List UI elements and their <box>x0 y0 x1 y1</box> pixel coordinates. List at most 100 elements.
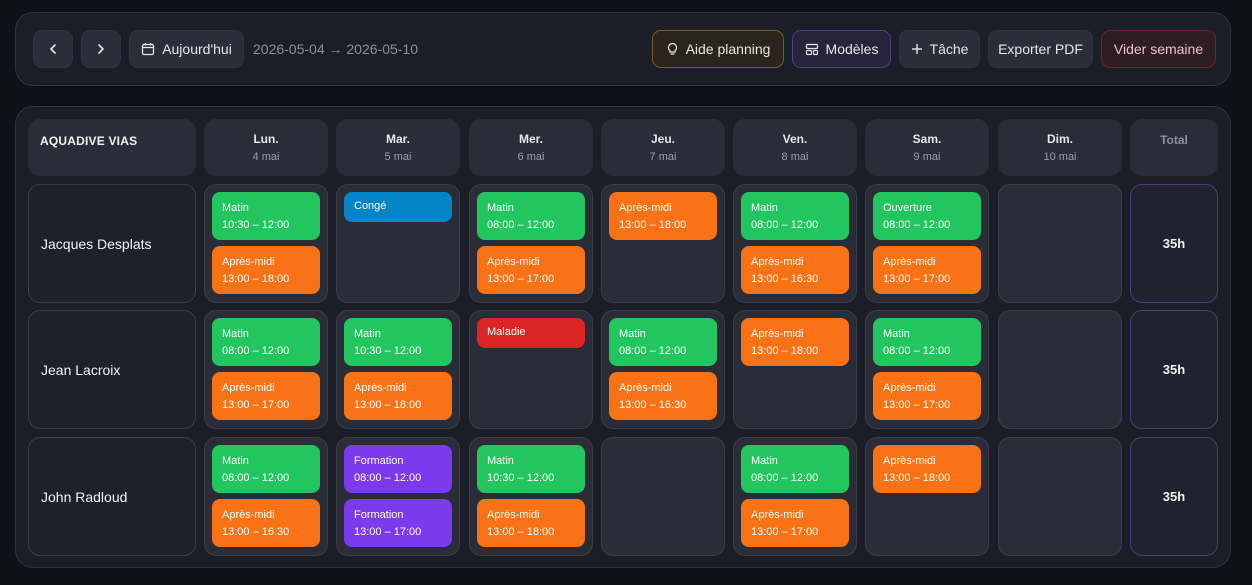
aide-planning-button[interactable]: Aide planning <box>652 30 784 68</box>
today-button[interactable]: Aujourd'hui <box>129 30 244 68</box>
shift-block[interactable]: Après-midi 13:00 – 16:30 <box>212 499 320 547</box>
day-header: Mer. 6 mai <box>469 119 593 176</box>
modeles-label: Modèles <box>825 41 879 57</box>
shift-time: 13:00 – 17:00 <box>487 273 555 285</box>
add-task-button[interactable]: Tâche <box>899 30 980 68</box>
shift-block[interactable]: Après-midi 13:00 – 18:00 <box>741 318 849 366</box>
total-header: Total <box>1130 119 1218 176</box>
day-name: Ven. <box>782 132 808 146</box>
shift-block[interactable]: Après-midi 13:00 – 18:00 <box>609 192 717 240</box>
shift-block[interactable]: Matin 08:00 – 12:00 <box>609 318 717 366</box>
date-range: 2026-05-04 → 2026-05-10 <box>253 41 419 57</box>
shift-time: 13:00 – 18:00 <box>883 472 951 484</box>
shift-label: Matin <box>222 328 249 340</box>
shift-time: 13:00 – 18:00 <box>354 399 422 411</box>
chevron-left-icon <box>50 44 56 54</box>
shift-label: Après-midi <box>222 382 275 394</box>
shift-label: Après-midi <box>883 455 936 467</box>
next-week-button[interactable] <box>81 30 121 68</box>
shift-block[interactable]: Après-midi 13:00 – 17:00 <box>873 372 981 420</box>
shift-time: 08:00 – 12:00 <box>354 472 422 484</box>
day-cell[interactable] <box>998 184 1122 303</box>
add-task-label: Tâche <box>929 41 969 57</box>
shift-block[interactable]: Après-midi 13:00 – 18:00 <box>212 246 320 294</box>
company-name: AQUADIVE VIAS <box>28 119 196 176</box>
shift-block[interactable]: Matin 08:00 – 12:00 <box>741 445 849 493</box>
prev-week-button[interactable] <box>33 30 73 68</box>
employee-name: John Radloud <box>28 437 196 556</box>
day-name: Mar. <box>385 132 410 146</box>
chevron-right-icon <box>98 44 104 54</box>
shift-block[interactable]: Matin 08:00 – 12:00 <box>212 318 320 366</box>
day-date: 5 mai <box>384 151 412 163</box>
day-date: 4 mai <box>252 151 280 163</box>
day-name: Dim. <box>1046 132 1073 146</box>
shift-time: 13:00 – 17:00 <box>883 273 951 285</box>
shift-label: Après-midi <box>751 256 804 268</box>
employee-total: 35h <box>1130 437 1218 556</box>
shift-block[interactable]: Matin 08:00 – 12:00 <box>477 192 585 240</box>
shift-label: Matin <box>751 202 778 214</box>
shift-time: 08:00 – 12:00 <box>222 472 290 484</box>
lightbulb-icon <box>667 42 677 55</box>
shift-label: Matin <box>222 455 249 467</box>
shift-time: 13:00 – 17:00 <box>354 526 422 538</box>
shift-label: Matin <box>487 455 514 467</box>
shift-label: Matin <box>883 328 910 340</box>
shift-block[interactable]: Maladie <box>477 318 585 348</box>
export-pdf-button[interactable]: Exporter PDF <box>988 30 1093 68</box>
shift-block[interactable]: Après-midi 13:00 – 16:30 <box>741 246 849 294</box>
shift-time: 08:00 – 12:00 <box>751 472 819 484</box>
day-cell[interactable] <box>998 437 1122 556</box>
shift-label: Matin <box>222 202 249 214</box>
shift-time: 08:00 – 12:00 <box>222 345 290 357</box>
day-name: Sam. <box>912 132 942 146</box>
shift-time: 13:00 – 16:30 <box>619 399 687 411</box>
shift-block[interactable]: Matin 08:00 – 12:00 <box>741 192 849 240</box>
shift-time: 13:00 – 17:00 <box>751 526 819 538</box>
shift-block[interactable]: Matin 08:00 – 12:00 <box>212 445 320 493</box>
shift-block[interactable]: Matin 10:30 – 12:00 <box>344 318 452 366</box>
day-date: 9 mai <box>913 151 941 163</box>
shift-time: 08:00 – 12:00 <box>619 345 687 357</box>
shift-block[interactable]: Congé <box>344 192 452 222</box>
shift-label: Maladie <box>487 326 526 338</box>
shift-block[interactable]: Après-midi 13:00 – 18:00 <box>477 499 585 547</box>
shift-label: Après-midi <box>751 328 804 340</box>
shift-block[interactable]: Après-midi 13:00 – 17:00 <box>873 246 981 294</box>
plus-icon <box>911 44 922 54</box>
shift-block[interactable]: Formation 08:00 – 12:00 <box>344 445 452 493</box>
shift-time: 13:00 – 18:00 <box>222 273 290 285</box>
shift-block[interactable]: Après-midi 13:00 – 17:00 <box>741 499 849 547</box>
shift-block[interactable]: Après-midi 13:00 – 17:00 <box>477 246 585 294</box>
shift-block[interactable]: Matin 10:30 – 12:00 <box>212 192 320 240</box>
day-cell[interactable] <box>601 437 725 556</box>
calendar-icon <box>142 43 155 56</box>
employee-name: Jacques Desplats <box>28 184 196 303</box>
today-label: Aujourd'hui <box>162 41 232 57</box>
layout-template-icon <box>805 43 818 55</box>
shift-block[interactable]: Après-midi 13:00 – 16:30 <box>609 372 717 420</box>
shift-block[interactable]: Après-midi 13:00 – 18:00 <box>344 372 452 420</box>
day-date: 6 mai <box>517 151 545 163</box>
shift-label: Après-midi <box>619 202 672 214</box>
shift-time: 10:30 – 12:00 <box>222 219 290 231</box>
shift-label: Après-midi <box>883 256 936 268</box>
day-header: Dim. 10 mai <box>998 119 1122 176</box>
shift-label: Après-midi <box>487 256 540 268</box>
day-cell[interactable] <box>998 310 1122 429</box>
shift-label: Après-midi <box>222 256 275 268</box>
day-name: Lun. <box>253 132 279 146</box>
shift-block[interactable]: Matin 10:30 – 12:00 <box>477 445 585 493</box>
modeles-button[interactable]: Modèles <box>792 30 891 68</box>
shift-label: Ouverture <box>883 202 932 214</box>
shift-block[interactable]: Après-midi 13:00 – 17:00 <box>212 372 320 420</box>
shift-time: 10:30 – 12:00 <box>354 345 422 357</box>
shift-block[interactable]: Après-midi 13:00 – 18:00 <box>873 445 981 493</box>
day-header: Ven. 8 mai <box>733 119 857 176</box>
shift-block[interactable]: Matin 08:00 – 12:00 <box>873 318 981 366</box>
shift-label: Matin <box>619 328 646 340</box>
clear-week-button[interactable]: Vider semaine <box>1101 30 1216 68</box>
shift-block[interactable]: Formation 13:00 – 17:00 <box>344 499 452 547</box>
shift-block[interactable]: Ouverture 08:00 – 12:00 <box>873 192 981 240</box>
